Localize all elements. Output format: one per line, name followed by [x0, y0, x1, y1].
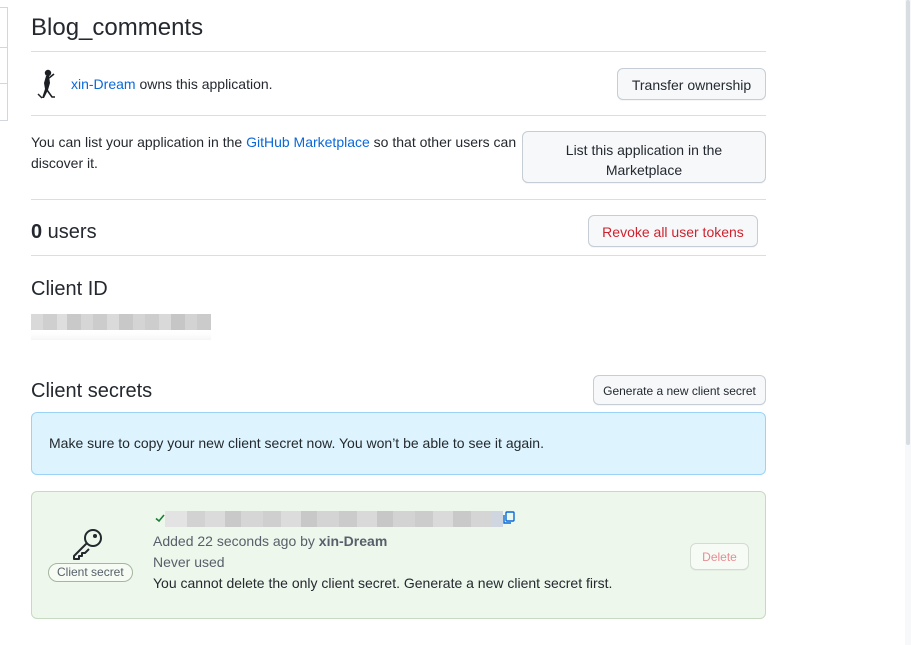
client-secret-item: Client secret Added 22 seconds ago by xi…	[31, 491, 766, 619]
client-secrets-title: Client secrets	[31, 380, 153, 402]
delete-secret-button[interactable]: Delete	[690, 543, 749, 570]
users-count-label: users	[42, 221, 97, 243]
client-id-value-redacted	[31, 314, 211, 340]
owner-suffix: owns this application.	[135, 76, 273, 92]
secret-added-by: xin-Dream	[318, 533, 388, 549]
list-marketplace-button[interactable]: List this application in the Marketplace	[522, 131, 766, 183]
key-icon	[73, 529, 102, 560]
owner-text: xin-Dream owns this application.	[71, 76, 273, 92]
secret-added-info: Added 22 seconds ago by xin-Dream	[153, 533, 387, 549]
secret-note: You cannot delete the only client secret…	[153, 575, 613, 591]
owner-link[interactable]: xin-Dream	[71, 76, 136, 92]
page-title: Blog_comments	[31, 13, 766, 52]
transfer-ownership-button[interactable]: Transfer ownership	[617, 68, 766, 100]
copy-secret-flash: Make sure to copy your new client secret…	[31, 412, 766, 475]
generate-secret-button[interactable]: Generate a new client secret	[593, 375, 766, 405]
secret-usage: Never used	[153, 554, 225, 570]
secret-added-prefix: Added 22 seconds ago by	[153, 533, 319, 549]
main-content: Blog_comments xin-Dream owns this applic…	[31, 0, 766, 619]
client-secret-label: Client secret	[48, 563, 133, 582]
marketplace-link[interactable]: GitHub Marketplace	[246, 134, 370, 150]
users-section: 0 users Revoke all user tokens	[31, 200, 766, 256]
page-scrollbar[interactable]	[905, 0, 911, 645]
client-secret-value-redacted	[165, 511, 503, 527]
marketplace-text-before: You can list your application in the	[31, 134, 247, 150]
revoke-tokens-button[interactable]: Revoke all user tokens	[588, 215, 758, 247]
users-count: 0 users	[31, 221, 97, 244]
owner-section: xin-Dream owns this application. Transfe…	[31, 52, 766, 116]
users-count-number: 0	[31, 221, 43, 243]
client-id-title: Client ID	[31, 278, 108, 300]
avatar[interactable]	[35, 68, 57, 100]
copy-icon[interactable]	[502, 511, 516, 525]
marketplace-section: You can list your application in the Git…	[31, 116, 766, 200]
marketplace-text: You can list your application in the Git…	[31, 132, 521, 174]
sidebar-edge	[0, 0, 8, 121]
scrollbar-thumb[interactable]	[906, 0, 910, 445]
